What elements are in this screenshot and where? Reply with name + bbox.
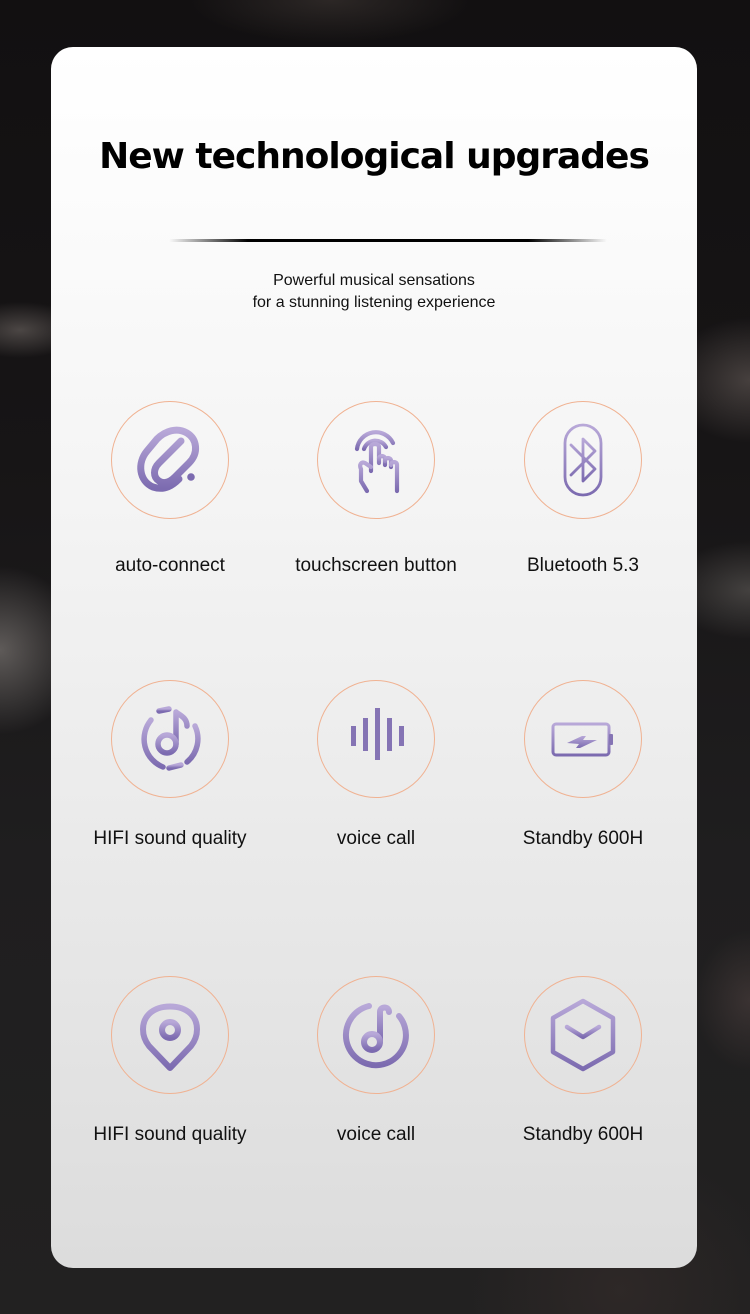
feature-label: voice call [336,1124,416,1145]
feature-voice-call-2: voice call [266,976,486,1146]
icon-ring [317,680,435,798]
feature-hifi-sound: HIFI sound quality [60,680,280,850]
feature-voice-call: voice call [266,680,486,850]
touch-hand-icon [354,430,400,494]
music-note-circle-icon [342,1003,409,1069]
icon-ring [524,680,642,798]
feature-card: New technological upgrades Powerful musi… [51,47,697,1268]
icon-ring [111,680,229,798]
icon-ring [524,976,642,1094]
music-disc-icon [141,706,201,771]
feature-label: Standby 600H [522,828,644,849]
cube-icon [550,998,616,1072]
feature-hifi-sound-2: HIFI sound quality [60,976,280,1146]
battery-charging-icon [551,722,613,757]
icon-ring [524,401,642,519]
feature-standby-2: Standby 600H [473,976,693,1146]
bluetooth-icon [563,423,603,497]
feature-label: Bluetooth 5.3 [527,555,639,576]
icon-ring [317,976,435,1094]
feature-label: touchscreen button [295,555,457,576]
feature-touchscreen-button: touchscreen button [266,401,486,577]
location-pin-icon [140,1003,200,1071]
icon-ring [317,401,435,519]
feature-standby: Standby 600H [473,680,693,850]
feature-label: Standby 600H [522,1124,644,1145]
feature-bluetooth: Bluetooth 5.3 [473,401,693,577]
feature-label: voice call [336,828,416,849]
features-grid: auto-connect touchscreen button Bluetoot… [51,47,697,1268]
sound-wave-icon [351,708,404,760]
icon-ring [111,976,229,1094]
feature-label: auto-connect [115,555,225,576]
paperclip-icon [137,426,199,492]
feature-label: HIFI sound quality [93,828,247,849]
feature-label: HIFI sound quality [93,1124,247,1145]
icon-ring [111,401,229,519]
feature-auto-connect: auto-connect [60,401,280,577]
